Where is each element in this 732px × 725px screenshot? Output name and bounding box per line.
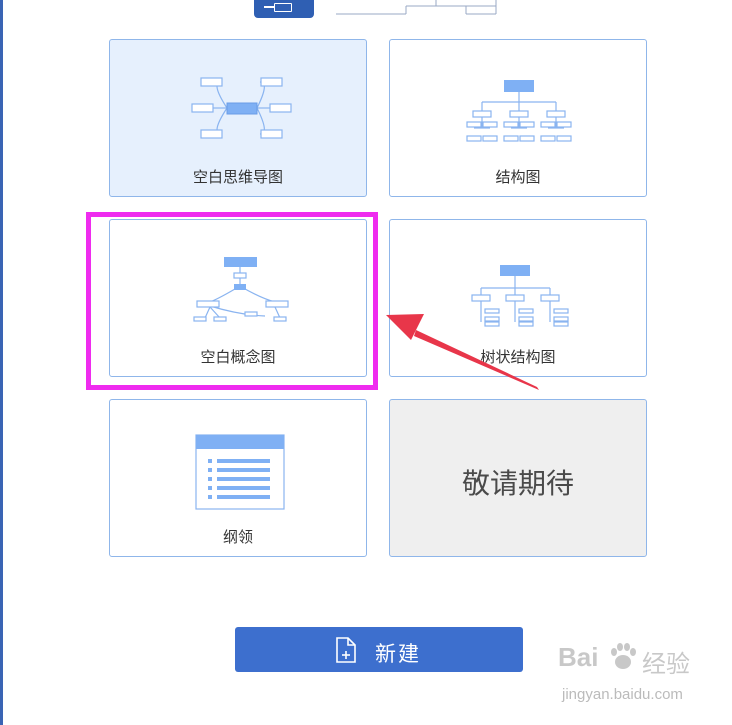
template-card-structure[interactable]: 结构图 bbox=[389, 39, 647, 197]
template-card-outline[interactable]: 纲领 bbox=[109, 399, 367, 557]
toggle-box bbox=[274, 3, 292, 12]
toggle-stub bbox=[264, 6, 274, 8]
partial-diagram-icon bbox=[336, 0, 497, 15]
new-document-icon bbox=[336, 637, 356, 663]
template-card-mind-map[interactable]: 空白思维导图 bbox=[109, 39, 367, 197]
watermark-brand: Bai bbox=[558, 642, 599, 672]
annotation-arrow-icon bbox=[386, 314, 539, 390]
watermark: Bai 经验 jingyan.baidu.com bbox=[558, 640, 728, 720]
template-label: 纲领 bbox=[222, 528, 253, 546]
template-label: 空白思维导图 bbox=[192, 168, 283, 186]
watermark-site: jingyan.baidu.com bbox=[562, 686, 683, 703]
view-toggle-icon[interactable] bbox=[254, 0, 314, 18]
new-button-label: 新建 bbox=[375, 642, 421, 666]
paw-logo-icon bbox=[611, 643, 636, 669]
highlight-box bbox=[86, 212, 378, 390]
new-button[interactable]: 新建 bbox=[235, 627, 523, 672]
outline-thumbnail-icon bbox=[195, 434, 285, 510]
mind-map-thumbnail-icon bbox=[191, 77, 292, 139]
coming-soon-text: 敬请期待 bbox=[461, 467, 574, 500]
template-card-coming-soon: 敬请期待 bbox=[389, 399, 647, 557]
structure-thumbnail-icon bbox=[466, 80, 572, 142]
window-left-edge bbox=[0, 0, 3, 725]
watermark-product: 经验 bbox=[642, 650, 690, 678]
template-label: 结构图 bbox=[495, 168, 541, 186]
